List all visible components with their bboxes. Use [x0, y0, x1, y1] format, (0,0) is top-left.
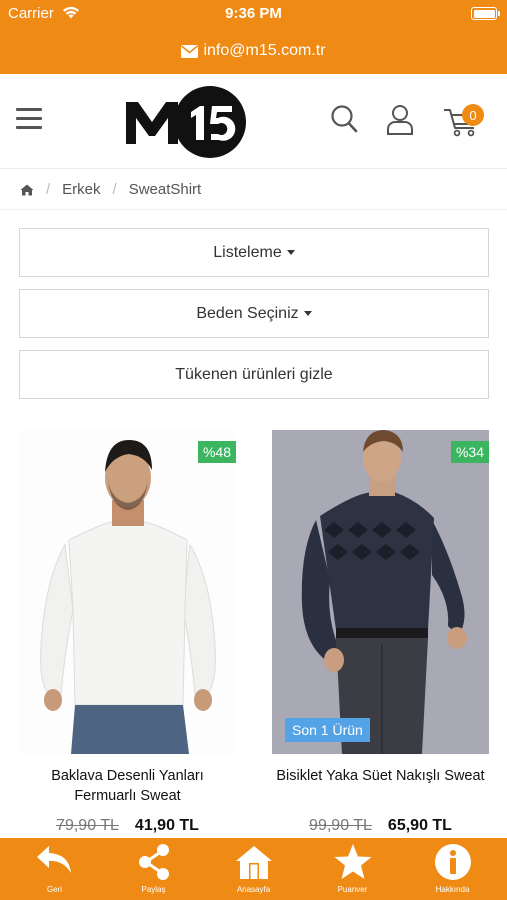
nav-rate-button[interactable]: Puanver	[302, 838, 403, 900]
nav-rate-label: Puanver	[337, 885, 368, 894]
product-name[interactable]: Bisiklet Yaka Süet Nakışlı Sweat	[272, 766, 489, 786]
breadcrumb-separator: /	[46, 181, 51, 198]
bottom-navigation: Geri Paylaş Anasayfa Puanver Hakkında	[0, 838, 507, 900]
m15-logo[interactable]	[124, 84, 248, 160]
breadcrumb-item-sweatshirt[interactable]: SweatShirt	[129, 181, 202, 198]
size-dropdown[interactable]: Beden Seçiniz	[19, 289, 489, 338]
nav-home-button[interactable]: Anasayfa	[203, 838, 304, 900]
back-arrow-icon	[36, 846, 71, 873]
search-icon[interactable]	[330, 104, 358, 134]
cart-count-badge: 0	[462, 104, 484, 126]
battery-icon	[471, 7, 500, 20]
home-icon	[235, 846, 272, 879]
hide-sold-out-button[interactable]: Tükenen ürünleri gizle	[19, 350, 489, 399]
status-time: 9:36 PM	[225, 5, 282, 22]
discount-badge: %34	[450, 441, 489, 463]
product-image[interactable]: %48	[19, 430, 236, 754]
header: 0	[0, 74, 507, 169]
last-item-badge: Son 1 Ürün	[285, 718, 370, 742]
product-card[interactable]: %48 Baklava Desenli Yanları Fermuarlı Sw…	[19, 430, 236, 834]
nav-back-button[interactable]: Geri	[4, 838, 105, 900]
nav-about-button[interactable]: Hakkında	[402, 838, 503, 900]
sort-dropdown-label: Listeleme	[213, 243, 282, 261]
nav-share-button[interactable]: Paylaş	[103, 838, 204, 900]
nav-home-label: Anasayfa	[236, 885, 271, 894]
product-name[interactable]: Baklava Desenli Yanları Fermuarlı Sweat	[19, 766, 236, 806]
navy-sweater-photo	[272, 430, 489, 754]
product-card[interactable]: %34 Son 1 Ürün Bisiklet Yaka Süet Nakışl…	[272, 430, 489, 834]
email-bar[interactable]: info@m15.com.tr	[0, 28, 507, 74]
status-bar: Carrier 9:36 PM	[0, 0, 507, 28]
white-sweatshirt-photo	[19, 430, 236, 754]
info-icon	[434, 844, 471, 880]
hide-sold-out-label: Tükenen ürünleri gizle	[175, 365, 333, 383]
price-row: 99,90 TL 65,90 TL	[272, 817, 489, 835]
home-icon[interactable]	[20, 184, 34, 196]
breadcrumb: / Erkek / SweatShirt	[0, 170, 507, 210]
caret-down-icon	[303, 311, 312, 316]
breadcrumb-item-erkek[interactable]: Erkek	[62, 181, 100, 198]
size-dropdown-label: Beden Seçiniz	[196, 304, 299, 322]
discount-badge: %48	[197, 441, 236, 463]
email-text[interactable]: info@m15.com.tr	[203, 42, 325, 60]
envelope-icon	[181, 44, 199, 58]
product-image[interactable]: %34 Son 1 Ürün	[272, 430, 489, 754]
breadcrumb-separator: /	[112, 181, 117, 198]
nav-back-label: Geri	[46, 885, 63, 894]
nav-share-label: Paylaş	[141, 885, 166, 894]
star-icon	[334, 844, 371, 879]
new-price: 65,90 TL	[387, 817, 452, 834]
price-row: 79,90 TL 41,90 TL	[19, 817, 236, 835]
old-price: 79,90 TL	[56, 817, 119, 834]
sort-dropdown[interactable]: Listeleme	[19, 228, 489, 277]
new-price: 41,90 TL	[134, 817, 199, 834]
caret-down-icon	[286, 250, 295, 255]
share-icon	[138, 844, 169, 880]
menu-icon[interactable]	[16, 108, 42, 130]
user-icon[interactable]	[386, 104, 414, 136]
nav-about-label: Hakkında	[435, 885, 470, 894]
old-price: 99,90 TL	[309, 817, 372, 834]
